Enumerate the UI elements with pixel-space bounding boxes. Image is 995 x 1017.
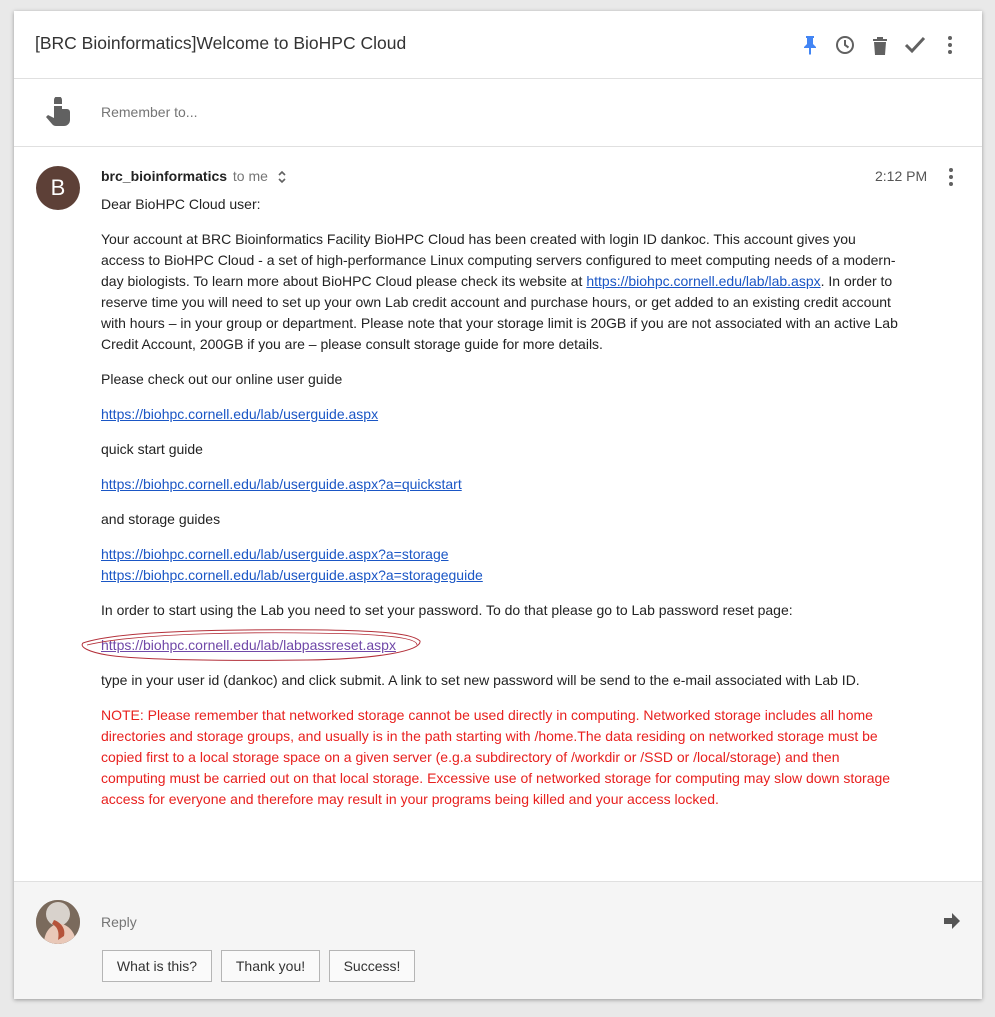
reply-area: Reply What is this? Thank you! Success! (14, 881, 982, 999)
email-subject: [BRC Bioinformatics]Welcome to BioHPC Cl… (35, 33, 407, 53)
reminder-hand-icon (46, 97, 70, 126)
smart-reply-success[interactable]: Success! (329, 950, 415, 982)
storage-intro: and storage guides (101, 511, 221, 527)
password-outro: type in your user id (dankoc) and click … (101, 672, 860, 688)
my-avatar[interactable] (36, 900, 80, 944)
quickstart-intro: quick start guide (101, 441, 203, 457)
user-guide-intro: Please check out our online user guide (101, 371, 343, 387)
storage-guide-link[interactable]: https://biohpc.cornell.edu/lab/userguide… (101, 567, 483, 583)
sender-avatar[interactable]: B (36, 166, 80, 210)
user-guide-link[interactable]: https://biohpc.cornell.edu/lab/userguide… (101, 406, 378, 422)
email-header: [BRC Bioinformatics]Welcome to BioHPC Cl… (14, 11, 982, 79)
reminder-input[interactable]: Remember to... (101, 104, 197, 120)
message-more-icon[interactable] (939, 165, 963, 189)
quickstart-link[interactable]: https://biohpc.cornell.edu/lab/userguide… (101, 476, 462, 492)
email-card: [BRC Bioinformatics]Welcome to BioHPC Cl… (14, 11, 982, 999)
password-link-wrapper: https://biohpc.cornell.edu/lab/labpassre… (81, 629, 421, 661)
intro-paragraph: Your account at BRC Bioinformatics Facil… (101, 229, 901, 355)
sender-line: brc_bioinformatics to me (101, 168, 268, 184)
recipient-label: to me (232, 168, 268, 184)
password-reset-link[interactable]: https://biohpc.cornell.edu/lab/labpassre… (101, 637, 396, 653)
smart-reply-thank-you[interactable]: Thank you! (221, 950, 320, 982)
forward-arrow-icon[interactable] (942, 912, 962, 930)
message-body: Dear BioHPC Cloud user: Your account at … (81, 194, 901, 810)
sender-name[interactable]: brc_bioinformatics (101, 168, 227, 184)
message-time: 2:12 PM (875, 168, 928, 184)
greeting: Dear BioHPC Cloud user: (101, 196, 261, 212)
more-icon[interactable] (938, 33, 962, 57)
storage-warning-note: NOTE: Please remember that networked sto… (101, 707, 891, 807)
storage-link[interactable]: https://biohpc.cornell.edu/lab/userguide… (101, 546, 449, 562)
pin-icon[interactable] (798, 33, 822, 57)
done-icon[interactable] (903, 33, 927, 57)
reminder-row: Remember to... (14, 79, 982, 147)
reply-input[interactable]: Reply (101, 914, 137, 930)
details-toggle-icon[interactable] (277, 170, 287, 184)
smart-reply-what-is-this[interactable]: What is this? (102, 950, 212, 982)
password-intro: In order to start using the Lab you need… (101, 602, 793, 618)
snooze-icon[interactable] (833, 33, 857, 57)
trash-icon[interactable] (868, 33, 892, 57)
lab-website-link[interactable]: https://biohpc.cornell.edu/lab/lab.aspx (586, 273, 820, 289)
